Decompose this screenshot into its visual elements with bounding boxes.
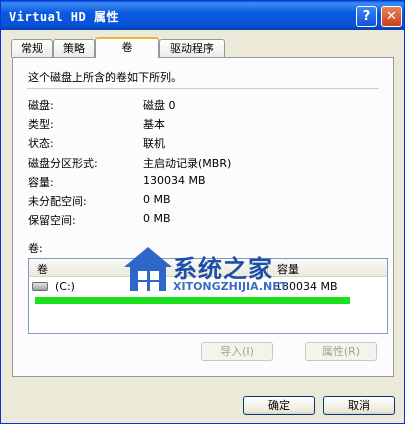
status-value: 联机: [143, 137, 165, 150]
title-bar[interactable]: Virtual HD 属性 ? ✕: [1, 1, 404, 30]
reserved-value: 0 MB: [143, 212, 171, 225]
volumes-label: 卷:: [28, 242, 43, 255]
tab-driver[interactable]: 驱动程序: [159, 39, 225, 57]
watermark-domain: XITONGZHIJIA.NET: [173, 280, 288, 293]
properties-dialog: Virtual HD 属性 ? ✕ 常规 策略 卷 驱动程序 这个磁盘上所含的卷…: [0, 0, 405, 424]
partition-style-value: 主启动记录(MBR): [143, 157, 232, 170]
volume-name: (C:): [55, 280, 75, 293]
tab-volumes-label: 卷: [121, 41, 133, 54]
drive-icon: [32, 282, 48, 291]
status-label: 状态:: [28, 137, 54, 150]
tab-policies-label: 策略: [63, 42, 85, 55]
unallocated-label: 未分配空间:: [28, 195, 87, 208]
cancel-button[interactable]: 取消: [323, 396, 395, 415]
watermark-brand: 系统之家: [173, 254, 273, 283]
close-icon: ✕: [386, 9, 397, 24]
unallocated-value: 0 MB: [143, 193, 171, 206]
close-button[interactable]: ✕: [381, 6, 402, 27]
separator: [27, 88, 379, 89]
column-volume[interactable]: 卷: [37, 261, 48, 277]
help-icon: ?: [362, 9, 371, 24]
partition-style-label: 磁盘分区形式:: [28, 157, 98, 170]
type-value: 基本: [143, 118, 165, 131]
ok-button[interactable]: 确定: [243, 396, 315, 415]
capacity-label: 容量:: [28, 176, 54, 189]
tab-driver-label: 驱动程序: [170, 42, 214, 55]
reserved-label: 保留空间:: [28, 214, 76, 227]
type-label: 类型:: [28, 118, 54, 131]
tab-general-label: 常规: [21, 42, 43, 55]
tab-volumes[interactable]: 卷: [95, 37, 159, 58]
site-watermark: 系统之家 XITONGZHIJIA.NET: [118, 241, 318, 306]
disk-value: 磁盘 0: [143, 99, 176, 112]
help-button[interactable]: ?: [356, 6, 377, 27]
intro-text: 这个磁盘上所含的卷如下所列。: [28, 71, 182, 84]
house-logo-icon: [124, 247, 172, 291]
properties-button[interactable]: 属性(R): [305, 342, 377, 361]
tab-general[interactable]: 常规: [11, 39, 53, 57]
volumes-panel: 这个磁盘上所含的卷如下所列。 磁盘: 磁盘 0 类型: 基本 状态: 联机 磁盘…: [12, 57, 394, 377]
disk-label: 磁盘:: [28, 99, 54, 112]
import-button[interactable]: 导入(I): [201, 342, 273, 361]
capacity-value: 130034 MB: [143, 174, 206, 187]
window-title: Virtual HD 属性: [9, 10, 119, 24]
tab-policies[interactable]: 策略: [53, 39, 95, 57]
